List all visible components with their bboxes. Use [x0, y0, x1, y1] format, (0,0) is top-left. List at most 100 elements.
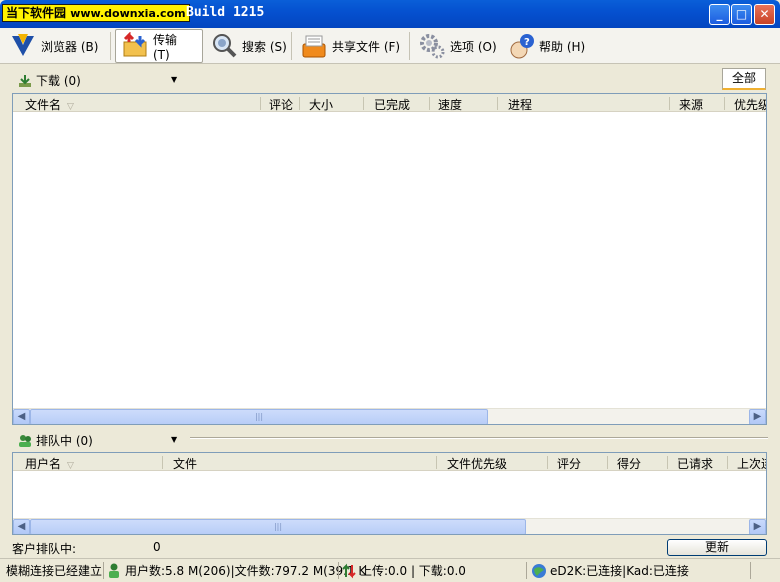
scroll-right-arrow-icon[interactable]: ▶: [749, 409, 766, 424]
col-comment[interactable]: 评论: [269, 96, 293, 113]
scroll-right-arrow-icon[interactable]: ▶: [749, 519, 766, 534]
window-title: Build 1215: [186, 5, 265, 20]
sort-indicator-icon: ▽: [67, 461, 74, 471]
search-icon: [213, 34, 237, 58]
downloads-bar: 下载 (0) ▼: [0, 66, 780, 92]
column-divider[interactable]: [667, 456, 668, 469]
column-divider[interactable]: [547, 456, 548, 469]
toolbar-separator: [291, 32, 292, 60]
maximize-button[interactable]: □: [731, 4, 752, 25]
shared-files-icon: [302, 35, 326, 58]
downloads-label: 下载 (0): [36, 74, 81, 88]
status-transfer-text: 上传:0.0 | 下载:0.0: [360, 564, 466, 578]
col-speed[interactable]: 速度: [438, 96, 462, 113]
toolbar-transfer-button[interactable]: 传输 (T): [115, 29, 203, 63]
col-filename-label: 文件名: [25, 98, 62, 112]
status-transfer: 上传:0.0 | 下载:0.0: [342, 561, 466, 580]
help-icon: ?: [510, 34, 534, 59]
toolbar-browser-button[interactable]: 浏览器 (B): [4, 29, 103, 63]
status-divider: [103, 562, 104, 579]
queued-clients-label: 客户排队中:: [12, 542, 77, 556]
column-divider[interactable]: [429, 97, 430, 110]
transfer-icon: [123, 32, 147, 57]
col-requested[interactable]: 已请求: [677, 455, 713, 472]
downloads-list[interactable]: 文件名 ▽ 评论 大小 已完成 速度 进程 来源 优先级 ◀ ||| ▶: [12, 93, 767, 425]
scroll-left-arrow-icon[interactable]: ◀: [13, 519, 30, 534]
column-divider[interactable]: [724, 97, 725, 110]
toolbar-help-button[interactable]: ? 帮助 (H): [502, 29, 590, 63]
toolbar-shared-files-button[interactable]: 共享文件 (F): [295, 29, 405, 63]
queue-status-row: 客户排队中: 0: [0, 537, 780, 557]
status-divider: [750, 562, 751, 579]
column-divider[interactable]: [727, 456, 728, 469]
col-sources[interactable]: 来源: [679, 96, 703, 113]
filter-all-tab[interactable]: 全部: [722, 68, 766, 90]
col-size[interactable]: 大小: [309, 96, 333, 113]
download-arrow-icon: [19, 74, 31, 87]
col-priority[interactable]: 优先级: [734, 96, 766, 113]
queue-label: 排队中 (0): [36, 434, 93, 448]
column-divider[interactable]: [669, 97, 670, 110]
toolbar-search-button[interactable]: 搜索 (S): [205, 29, 292, 63]
toolbar-options-button[interactable]: 选项 (O): [413, 29, 502, 63]
downloads-header: 文件名 ▽ 评论 大小 已完成 速度 进程 来源 优先级: [13, 94, 766, 112]
col-completed[interactable]: 已完成: [374, 96, 410, 113]
col-file[interactable]: 文件: [173, 455, 197, 472]
col-filename[interactable]: 文件名 ▽: [25, 96, 74, 113]
users-icon: [109, 563, 119, 578]
browser-icon: [12, 34, 34, 56]
up-down-arrows-icon: [342, 563, 356, 578]
status-connection: 模糊连接已经建立: [6, 564, 103, 578]
column-divider[interactable]: [363, 97, 364, 110]
queue-list[interactable]: 用户名 ▽ 文件 文件优先级 评分 得分 已请求 上次连 ◀ ||| ▶: [12, 452, 767, 535]
toolbar-separator: [409, 32, 410, 60]
status-users: 用户数:5.8 M(206)|文件数:797.2 M(39.1 K: [107, 561, 366, 580]
toolbar-shared-files-label: 共享文件 (F): [332, 39, 401, 54]
col-file-priority[interactable]: 文件优先级: [447, 455, 507, 472]
toolbar-transfer-label: 传输 (T): [153, 32, 178, 62]
refresh-button[interactable]: 更新: [667, 539, 767, 556]
scroll-thumb[interactable]: |||: [30, 409, 488, 424]
status-network: eD2K:已连接|Kad:已连接: [531, 561, 689, 580]
col-username[interactable]: 用户名 ▽: [25, 455, 74, 472]
queue-dropdown-arrow-icon[interactable]: ▼: [171, 435, 177, 444]
status-network-text: eD2K:已连接|Kad:已连接: [550, 564, 689, 578]
column-divider[interactable]: [497, 97, 498, 110]
toolbar-separator: [110, 32, 111, 60]
col-username-label: 用户名: [25, 457, 62, 471]
column-divider[interactable]: [436, 456, 437, 469]
col-rating[interactable]: 评分: [557, 455, 581, 472]
column-divider[interactable]: [607, 456, 608, 469]
scroll-left-arrow-icon[interactable]: ◀: [13, 409, 30, 424]
main-toolbar: 浏览器 (B) 传输 (T) 搜索 (S) 共享文件 (F) 选项 (O) ? …: [0, 28, 780, 64]
queue-header: 用户名 ▽ 文件 文件优先级 评分 得分 已请求 上次连: [13, 453, 766, 471]
toolbar-help-label: 帮助 (H): [539, 39, 586, 54]
minimize-button[interactable]: _: [709, 4, 730, 25]
column-divider[interactable]: [162, 456, 163, 469]
close-button[interactable]: ✕: [754, 4, 775, 25]
options-gear-icon: [420, 34, 445, 59]
queue-hscrollbar[interactable]: ◀ ||| ▶: [13, 518, 766, 534]
status-users-text: 用户数:5.8 M(206)|文件数:797.2 M(39.1 K: [125, 564, 367, 578]
logo-text: 当下软件园: [6, 6, 67, 20]
queue-divider: [190, 437, 768, 439]
col-progress[interactable]: 进程: [508, 96, 532, 113]
sort-indicator-icon: ▽: [67, 102, 74, 112]
col-score[interactable]: 得分: [617, 455, 641, 472]
scroll-thumb[interactable]: |||: [30, 519, 526, 534]
column-divider[interactable]: [299, 97, 300, 110]
site-logo-badge: 当下软件园 www.downxia.com: [2, 4, 190, 22]
downloads-dropdown[interactable]: 下载 (0): [18, 72, 81, 89]
status-divider: [338, 562, 339, 579]
queue-bar: 排队中 (0) ▼: [0, 428, 780, 450]
downloads-hscrollbar[interactable]: ◀ ||| ▶: [13, 408, 766, 424]
toolbar-search-label: 搜索 (S): [242, 39, 287, 54]
queued-clients-count: 0: [153, 540, 161, 554]
downloads-dropdown-arrow-icon[interactable]: ▼: [171, 75, 177, 84]
column-divider[interactable]: [260, 97, 261, 110]
queue-dropdown[interactable]: 排队中 (0): [18, 432, 93, 449]
status-bar: 模糊连接已经建立 用户数:5.8 M(206)|文件数:797.2 M(39.1…: [0, 558, 780, 582]
col-last-seen[interactable]: 上次连: [737, 455, 766, 472]
toolbar-browser-label: 浏览器 (B): [41, 39, 99, 54]
logo-url: www.downxia.com: [70, 7, 186, 20]
